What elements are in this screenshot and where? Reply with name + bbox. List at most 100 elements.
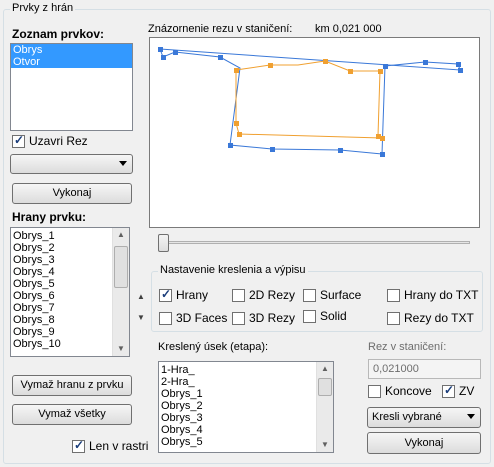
move-down-icon[interactable]: ▼ (137, 313, 145, 322)
opening-polyline (235, 60, 383, 139)
option-label: Solid (320, 309, 347, 323)
vertex-point (378, 69, 383, 74)
scroll-down-icon[interactable]: ▼ (317, 438, 333, 452)
vertex-point (237, 132, 242, 137)
raster-only-checkbox[interactable] (72, 438, 85, 453)
list-item[interactable]: Obrys (11, 44, 132, 56)
elements-list[interactable]: Obrys Otvor (10, 43, 133, 131)
list-item[interactable]: Obrys_7 (11, 302, 112, 314)
vertex-point (173, 50, 178, 55)
stage-scrollbar[interactable]: ▲ ▼ (316, 362, 333, 452)
element-combo[interactable] (10, 154, 133, 174)
vertex-point (348, 69, 353, 74)
stage-title: Kreslený úsek (etapa): (158, 341, 269, 353)
delete-edge-button[interactable]: Vymaž hranu z prvku (12, 375, 132, 396)
vertex-point (158, 47, 163, 52)
execute-button[interactable]: Vykonaj (12, 183, 132, 204)
edges-title: Hrany prvku: (12, 210, 87, 224)
list-item[interactable]: Obrys_3 (159, 412, 316, 424)
option-label: Rezy do TXT (404, 311, 474, 325)
scroll-thumb[interactable] (318, 378, 332, 396)
chevron-down-icon (119, 161, 127, 166)
vertex-point (323, 59, 328, 64)
list-item[interactable]: Otvor (11, 56, 132, 68)
move-up-icon[interactable]: ▲ (137, 292, 145, 301)
option-edges-txt-checkbox[interactable] (387, 289, 400, 302)
list-item[interactable]: Obrys_9 (11, 326, 112, 338)
close-section-checkbox[interactable] (12, 133, 25, 148)
execute-station-button[interactable]: Vykonaj (367, 432, 481, 454)
stage-list[interactable]: 1-Hra_ 2-Hra_ Obrys_1 Obrys_2 Obrys_3 Ob… (158, 361, 334, 453)
elements-title: Zoznam prvkov: (12, 27, 105, 41)
vertex-point (380, 152, 385, 157)
list-item[interactable]: Obrys_5 (159, 436, 316, 448)
list-item[interactable]: Obrys_3 (11, 254, 112, 266)
end-label: Koncove (385, 384, 432, 398)
option-label: 2D Rezy (249, 288, 296, 302)
list-item[interactable]: Obrys_1 (11, 230, 112, 242)
vertex-point (383, 64, 388, 69)
edges-scrollbar[interactable]: ▲ ▼ (112, 228, 129, 356)
list-item[interactable]: Obrys_8 (11, 314, 112, 326)
section-drawing (158, 47, 463, 157)
list-item[interactable]: 2-Hra_ (159, 376, 316, 388)
list-item[interactable]: Obrys_4 (159, 424, 316, 436)
option-3d-sections-checkbox[interactable] (232, 312, 245, 325)
scroll-up-icon[interactable]: ▲ (317, 362, 333, 376)
delete-all-button[interactable]: Vymaž všetky (12, 404, 132, 425)
list-item[interactable]: 1-Hra_ (159, 364, 316, 376)
option-label: 3D Rezy (249, 311, 296, 325)
edges-items: Obrys_1 Obrys_2 Obrys_3 Obrys_4 Obrys_5 … (11, 230, 112, 350)
vertex-point (228, 143, 233, 148)
option-label: Hrany do TXT (404, 288, 479, 302)
station-title: Rez v staničení: (368, 341, 447, 353)
station-slider-thumb[interactable] (158, 234, 169, 252)
vertex-point (234, 68, 239, 73)
vertex-point (218, 55, 223, 60)
list-item[interactable]: Obrys_1 (159, 388, 316, 400)
list-item[interactable]: Obrys_5 (11, 278, 112, 290)
outline-polyline (159, 48, 461, 155)
option-sections-txt-checkbox[interactable] (387, 312, 400, 325)
option-edges-checkbox[interactable] (159, 287, 172, 302)
option-surface-checkbox[interactable] (303, 289, 316, 302)
list-item[interactable]: Obrys_4 (11, 266, 112, 278)
station-slider-track[interactable] (162, 241, 470, 244)
draw-mode-select[interactable]: Kresli vybrané (367, 407, 481, 428)
edges-list[interactable]: Obrys_1 Obrys_2 Obrys_3 Obrys_4 Obrys_5 … (10, 227, 130, 357)
list-item[interactable]: Obrys_2 (11, 242, 112, 254)
vertex-point (161, 55, 166, 60)
vertex-point (380, 136, 385, 141)
chevron-down-icon (467, 414, 475, 419)
raster-only-label: Len v rastri (89, 439, 149, 453)
scroll-up-icon[interactable]: ▲ (113, 228, 129, 242)
option-solid-checkbox[interactable] (303, 310, 316, 323)
scroll-thumb[interactable] (114, 246, 128, 288)
scroll-down-icon[interactable]: ▼ (113, 342, 129, 356)
group-title: Prvky z hrán (10, 2, 76, 14)
vertex-point (268, 63, 273, 68)
vertex-point (423, 60, 428, 65)
settings-title: Nastavenie kreslenia a výpisu (158, 264, 308, 276)
station-input[interactable]: 0,021000 (368, 359, 481, 379)
vertex-point (270, 147, 275, 152)
vertex-point (338, 148, 343, 153)
zv-checkbox[interactable] (442, 383, 455, 398)
zv-label: ZV (459, 384, 475, 398)
preview-title: Znázornenie rezu v staničení: (148, 23, 293, 35)
stage-items: 1-Hra_ 2-Hra_ Obrys_1 Obrys_2 Obrys_3 Ob… (159, 364, 316, 448)
list-item[interactable]: Obrys_2 (159, 400, 316, 412)
vertex-point (458, 68, 463, 73)
option-label: Surface (320, 288, 362, 302)
list-item[interactable]: Obrys_6 (11, 290, 112, 302)
close-section-label: Uzavri Rez (29, 134, 88, 148)
option-3d-faces-checkbox[interactable] (159, 312, 172, 325)
option-2d-sections-checkbox[interactable] (232, 289, 245, 302)
vertex-point (234, 121, 239, 126)
end-checkbox[interactable] (368, 385, 381, 398)
vertex-point (456, 62, 461, 67)
draw-mode-value: Kresli vybrané (372, 411, 442, 423)
list-item[interactable]: Obrys_10 (11, 338, 112, 350)
station-readout: km 0,021 000 (315, 23, 382, 35)
option-label: Hrany (176, 288, 209, 302)
